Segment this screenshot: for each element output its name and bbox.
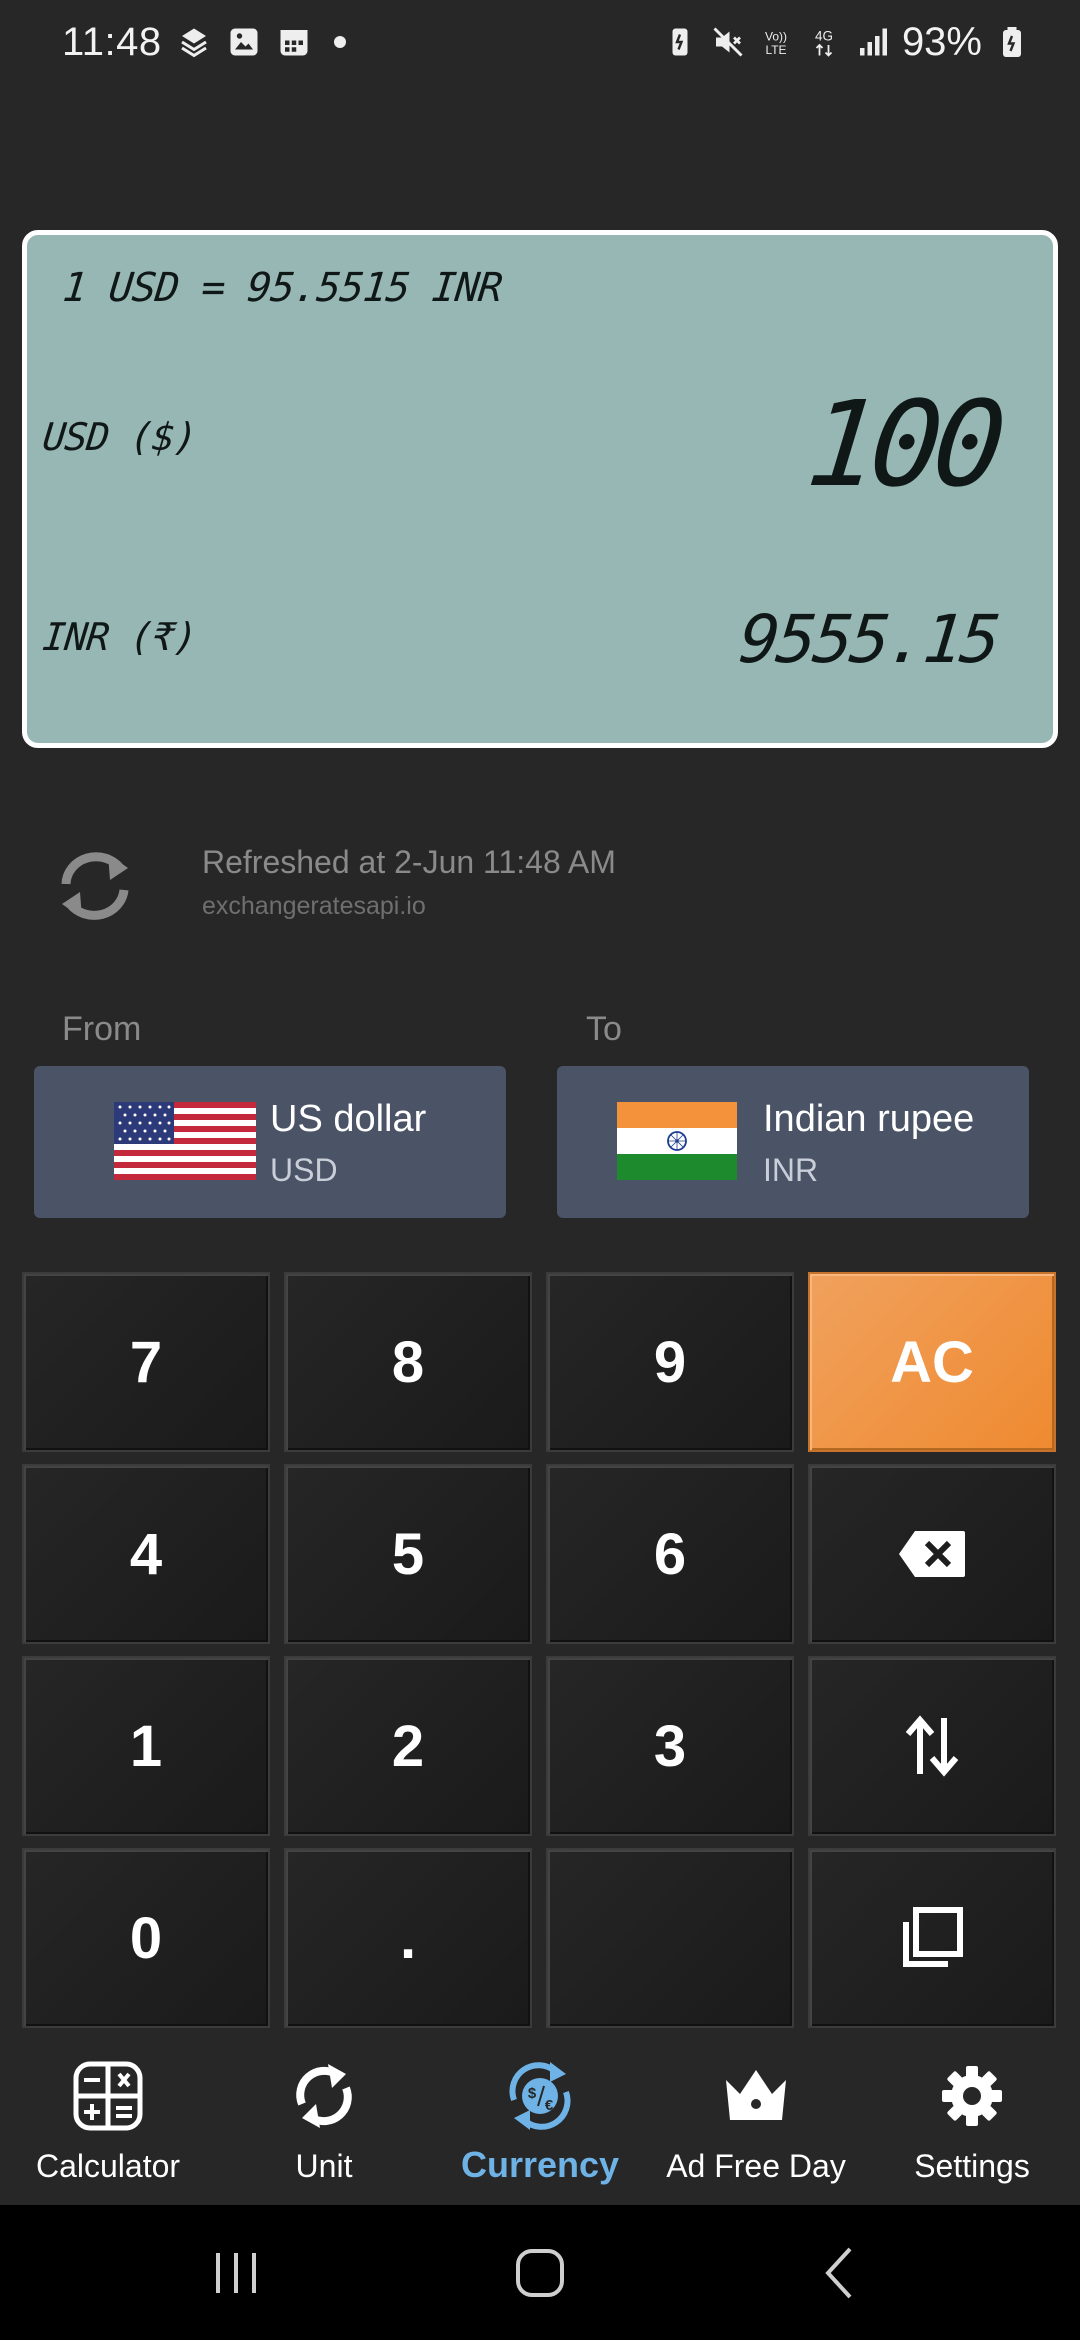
key-decimal[interactable]: . — [284, 1848, 532, 2028]
swap-currencies-button[interactable] — [808, 1656, 1056, 1836]
copy-button[interactable] — [808, 1848, 1056, 2028]
from-currency-selector[interactable]: US dollar USD — [34, 1066, 506, 1218]
blank-key[interactable] — [546, 1848, 794, 2028]
clear-all-button[interactable]: AC — [808, 1272, 1056, 1452]
calculator-icon — [73, 2061, 143, 2131]
status-left: 11:48 — [62, 20, 346, 65]
india-flag-icon — [617, 1102, 737, 1180]
svg-text:LTE: LTE — [765, 43, 786, 57]
backspace-icon — [899, 1531, 965, 1577]
status-time: 11:48 — [62, 19, 162, 64]
nav-unit[interactable]: Unit — [216, 2040, 432, 2205]
refresh-time-text: Refreshed at 2-Jun 11:48 AM — [202, 844, 616, 880]
signal-icon — [859, 28, 887, 56]
swap-icon — [905, 1715, 959, 1777]
rate-source-text: exchangeratesapi.io — [202, 892, 426, 920]
exchange-rate-text: 1 USD = 95.5515 INR — [60, 265, 504, 311]
system-nav-bar — [0, 2205, 1080, 2340]
currency-icon: $ € — [509, 2062, 571, 2130]
from-currency-name: US dollar — [270, 1098, 427, 1140]
key-8[interactable]: 8 — [284, 1272, 532, 1452]
key-4[interactable]: 4 — [22, 1464, 270, 1644]
back-icon[interactable] — [808, 2241, 872, 2305]
bottom-nav: Calculator Unit $ € Currency Ad Free Day — [0, 2040, 1080, 2205]
mute-icon — [713, 27, 743, 57]
nav-label-currency: Currency — [460, 2144, 620, 2185]
key-9[interactable]: 9 — [546, 1272, 794, 1452]
status-right: Vo)) LTE 4G 93% — [662, 20, 1030, 65]
4g-icon: 4G — [815, 29, 833, 57]
svg-text:Vo)): Vo)) — [765, 30, 787, 44]
calendar-icon — [280, 30, 308, 56]
key-0[interactable]: 0 — [22, 1848, 270, 2028]
battery-percent: 93% — [901, 19, 982, 64]
nav-label-settings: Settings — [914, 2148, 1030, 2184]
stack-icon — [180, 28, 207, 58]
svg-text:4G: 4G — [815, 29, 833, 44]
refresh-info: Refreshed at 2-Jun 11:48 AM exchangerate… — [48, 836, 1048, 936]
converter-display: 1 USD = 95.5515 INR USD ($) 100 INR (₹) … — [22, 230, 1058, 748]
key-5[interactable]: 5 — [284, 1464, 532, 1644]
from-currency-code: USD — [270, 1152, 338, 1188]
backspace-button[interactable] — [808, 1464, 1056, 1644]
nav-label-unit: Unit — [295, 2148, 353, 2184]
status-bar: 11:48 Vo)) LTE 4G 93% — [0, 0, 1080, 84]
to-amount-value: 9555.15 — [735, 601, 1002, 678]
nav-label-calculator: Calculator — [35, 2148, 181, 2184]
from-currency-label: USD ($) — [40, 415, 199, 459]
volte-icon: Vo)) LTE — [765, 30, 787, 58]
key-2[interactable]: 2 — [284, 1656, 532, 1836]
to-currency-code: INR — [763, 1152, 819, 1188]
unit-icon — [296, 2064, 352, 2128]
recents-icon[interactable] — [204, 2241, 268, 2305]
from-label: From — [62, 1010, 142, 1048]
battery-saver-icon — [672, 28, 688, 56]
us-flag-icon — [114, 1102, 256, 1180]
to-currency-label: INR (₹) — [40, 615, 199, 659]
home-icon[interactable] — [508, 2241, 572, 2305]
from-amount-value: 100 — [800, 375, 1005, 513]
key-7[interactable]: 7 — [22, 1272, 270, 1452]
nav-label-ad-free-day: Ad Free Day — [666, 2148, 846, 2184]
svg-text:$: $ — [528, 2085, 537, 2102]
key-1[interactable]: 1 — [22, 1656, 270, 1836]
gallery-icon — [230, 28, 258, 56]
to-currency-name: Indian rupee — [763, 1098, 975, 1140]
copy-icon — [903, 1907, 963, 1967]
to-currency-selector[interactable]: Indian rupee INR — [557, 1066, 1029, 1218]
nav-ad-free-day[interactable]: Ad Free Day — [648, 2040, 864, 2205]
gear-icon — [942, 2066, 1002, 2126]
battery-icon — [1003, 27, 1021, 57]
refresh-icon[interactable] — [48, 846, 142, 926]
svg-text:€: € — [545, 2097, 554, 2114]
keypad: 7 8 9 AC 4 5 6 1 2 3 0 . — [22, 1272, 1058, 2030]
nav-calculator[interactable]: Calculator — [0, 2040, 216, 2205]
dot-icon — [333, 36, 346, 48]
nav-currency[interactable]: $ € Currency — [432, 2040, 648, 2205]
key-6[interactable]: 6 — [546, 1464, 794, 1644]
key-3[interactable]: 3 — [546, 1656, 794, 1836]
nav-settings[interactable]: Settings — [864, 2040, 1080, 2205]
to-label: To — [586, 1010, 622, 1048]
crown-icon — [726, 2070, 786, 2120]
